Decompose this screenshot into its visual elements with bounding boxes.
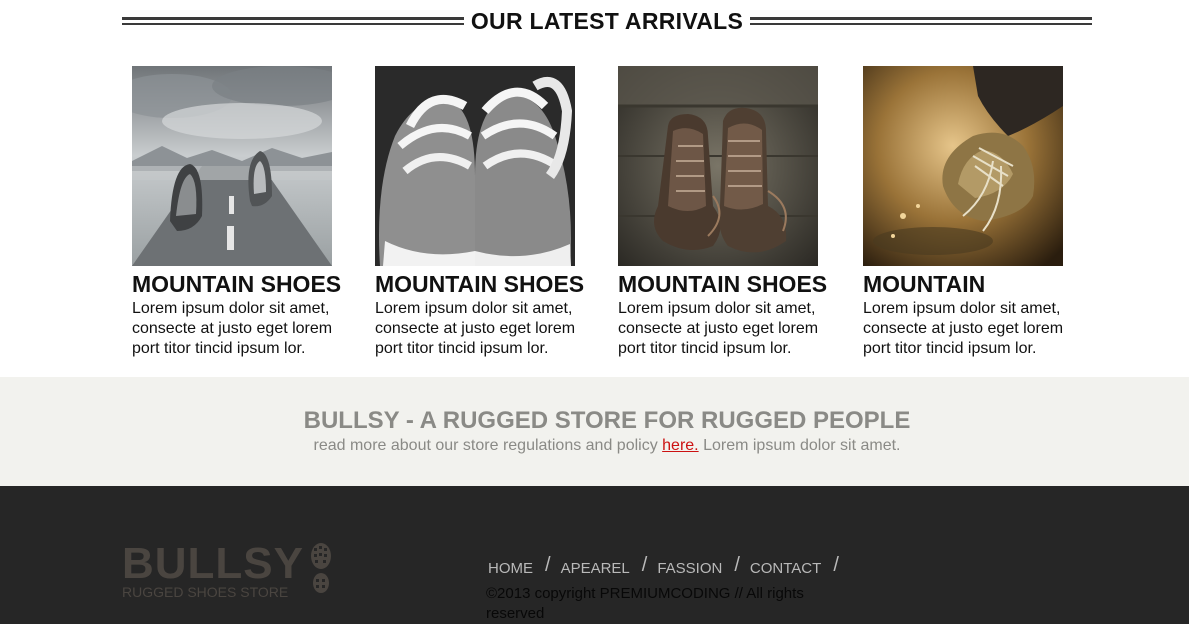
nav-separator: /: [833, 554, 839, 576]
product-image[interactable]: [863, 66, 1063, 266]
page: OUR LATEST ARRIVALS MOUNTAIN SHOES Lorem…: [0, 0, 1189, 624]
heading-rule-right: [750, 17, 1093, 25]
product-card[interactable]: MOUNTAIN Lorem ipsum dolor sit amet, con…: [863, 66, 1095, 359]
product-description: Lorem ipsum dolor sit amet, consecte at …: [375, 300, 576, 357]
nav-apearel[interactable]: APEAREL: [561, 560, 630, 577]
info-banner: BULLSY - A RUGGED STORE FOR RUGGED PEOPL…: [0, 377, 1189, 486]
product-image[interactable]: [375, 66, 575, 266]
product-image[interactable]: [618, 66, 818, 266]
footer-logo[interactable]: BULLSY RUGGED SHOES STORE: [122, 539, 331, 600]
product-name[interactable]: MOUNTAIN SHOES: [375, 271, 607, 297]
product-description: Lorem ipsum dolor sit amet, consecte at …: [863, 300, 1064, 357]
footer-nav: HOME / APEAREL / FASSION / CONTACT /: [488, 554, 849, 579]
product-description: Lorem ipsum dolor sit amet, consecte at …: [618, 300, 819, 357]
heading-rule-left: [122, 17, 464, 25]
product-card[interactable]: MOUNTAIN SHOES Lorem ipsum dolor sit ame…: [375, 66, 607, 359]
footer: BULLSY RUGGED SHOES STORE HOME / APEAREL…: [0, 486, 1189, 624]
product-name[interactable]: MOUNTAIN SHOES: [132, 271, 364, 297]
nav-separator: /: [641, 554, 648, 576]
banner-title: BULLSY - A RUGGED STORE FOR RUGGED PEOPL…: [303, 407, 911, 434]
nav-home[interactable]: HOME: [488, 560, 533, 577]
section-title: OUR LATEST ARRIVALS: [470, 7, 744, 34]
product-card[interactable]: MOUNTAIN SHOES Lorem ipsum dolor sit ame…: [132, 66, 364, 359]
product-image[interactable]: [132, 66, 332, 266]
policy-link[interactable]: here.: [662, 437, 698, 454]
section-heading: OUR LATEST ARRIVALS: [122, 4, 1093, 38]
nav-fassion[interactable]: FASSION: [657, 560, 722, 577]
nav-contact[interactable]: CONTACT: [750, 560, 821, 577]
copyright-text: ©2013 copyright PREMIUMCODING // All rig…: [486, 585, 804, 622]
nav-separator: /: [734, 554, 740, 576]
product-card[interactable]: MOUNTAIN SHOES Lorem ipsum dolor sit ame…: [618, 66, 850, 359]
banner-text: read more about our store regulations an…: [0, 437, 1189, 455]
logo-wordmark: BULLSY: [122, 539, 304, 588]
product-name[interactable]: MOUNTAIN: [863, 271, 1095, 297]
banner-text-before: read more about our store regulations an…: [313, 437, 663, 454]
product-name[interactable]: MOUNTAIN SHOES: [618, 271, 850, 297]
product-description: Lorem ipsum dolor sit amet, consecte at …: [132, 300, 333, 357]
nav-separator: /: [545, 554, 551, 576]
banner-text-after: Lorem ipsum dolor sit amet.: [698, 437, 901, 454]
boot-print-icon: [311, 543, 331, 593]
logo-tagline: RUGGED SHOES STORE: [122, 584, 289, 600]
